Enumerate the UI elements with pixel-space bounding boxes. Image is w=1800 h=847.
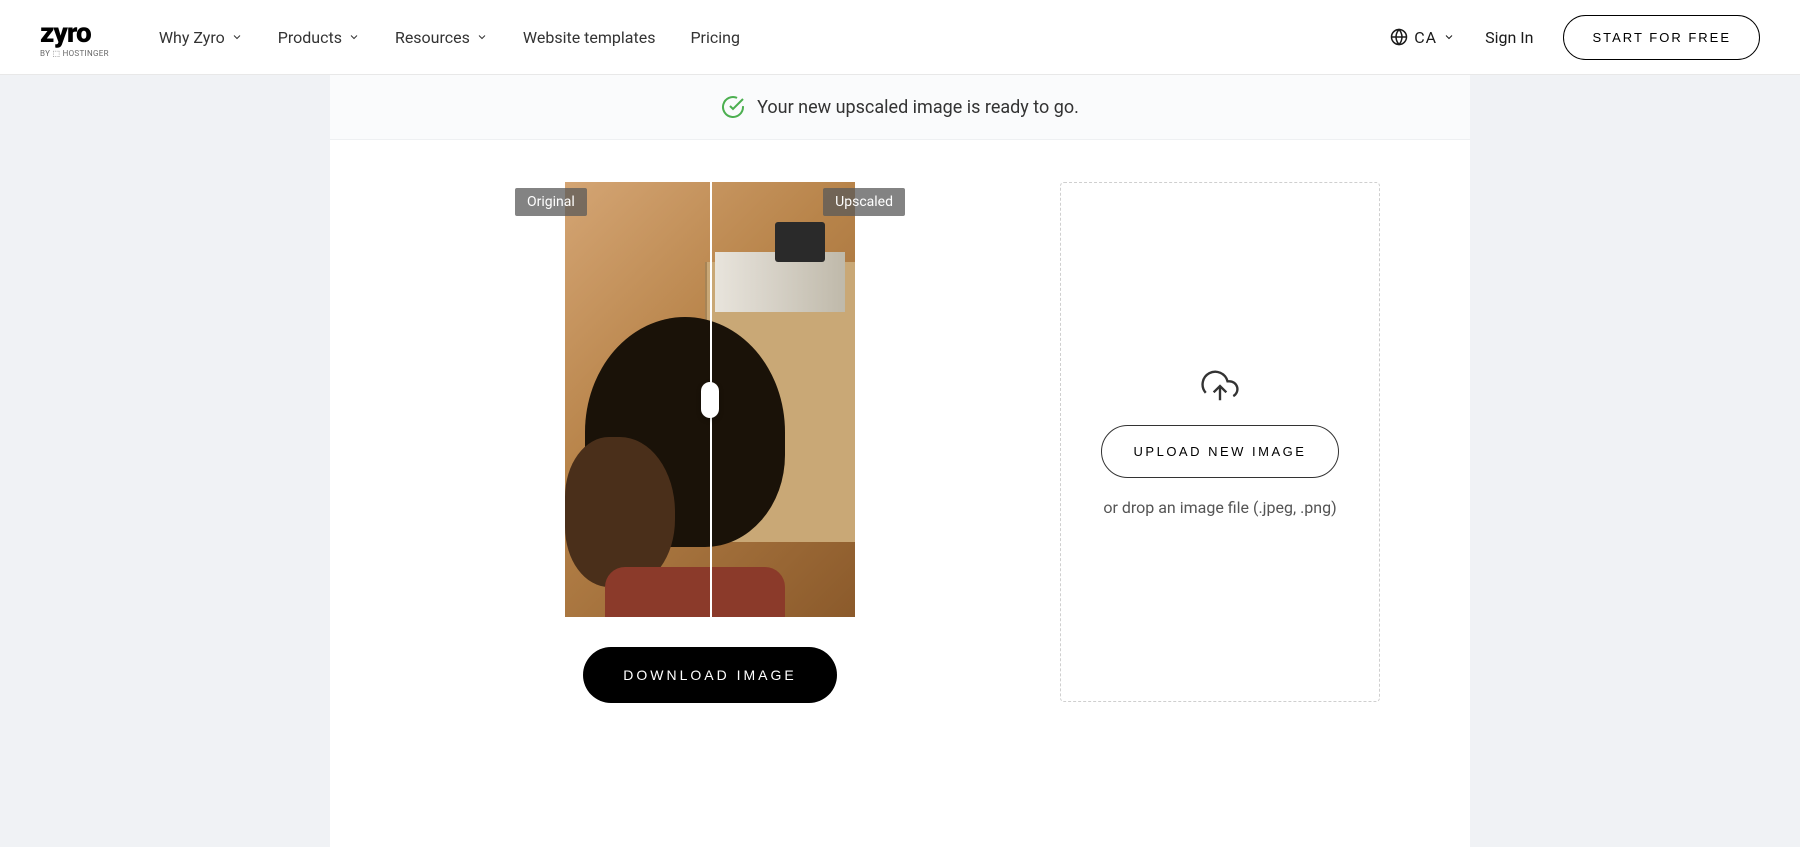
nav-label: Resources [395,28,470,47]
signin-link[interactable]: Sign In [1485,28,1533,47]
download-image-button[interactable]: DOWNLOAD IMAGE [583,647,836,703]
upload-dropzone[interactable]: UPLOAD NEW IMAGE or drop an image file (… [1060,182,1380,702]
upload-column: UPLOAD NEW IMAGE or drop an image file (… [1060,182,1380,703]
main-header: zyro BY ⬚ HOSTINGER Why Zyro Products Re… [0,0,1800,75]
chevron-down-icon [348,31,360,43]
locale-selector[interactable]: CA [1390,28,1455,47]
drop-hint-text: or drop an image file (.jpeg, .png) [1103,498,1336,517]
comparison-wrapper: Original Upscaled [515,182,905,617]
check-circle-icon [721,95,745,119]
upscaled-label: Upscaled [823,188,905,216]
image-preview-column: Original Upscaled [420,182,1000,703]
start-free-button[interactable]: START FOR FREE [1563,15,1760,60]
locale-label: CA [1414,28,1437,47]
nav-label: Website templates [523,28,656,47]
main-content: Your new upscaled image is ready to go. … [330,75,1470,847]
comparison-image [565,182,855,617]
logo-subtext: BY ⬚ HOSTINGER [40,49,109,58]
chevron-down-icon [231,31,243,43]
content-area: Original Upscaled [330,140,1470,743]
upload-new-image-button[interactable]: UPLOAD NEW IMAGE [1101,425,1340,478]
nav-resources[interactable]: Resources [395,28,488,47]
nav-label: Products [278,28,342,47]
chevron-down-icon [476,31,488,43]
main-nav: Why Zyro Products Resources Website temp… [159,28,1390,47]
status-bar: Your new upscaled image is ready to go. [330,75,1470,140]
nav-products[interactable]: Products [278,28,360,47]
nav-pricing[interactable]: Pricing [690,28,740,47]
chevron-down-icon [1443,31,1455,43]
logo-text: zyro [40,16,109,49]
nav-label: Pricing [690,28,740,47]
status-message: Your new upscaled image is ready to go. [757,97,1079,118]
comparison-slider-handle[interactable] [701,382,719,418]
nav-label: Why Zyro [159,28,225,47]
logo[interactable]: zyro BY ⬚ HOSTINGER [40,16,109,58]
cloud-upload-icon [1199,367,1241,405]
header-right: CA Sign In START FOR FREE [1390,15,1760,60]
original-label: Original [515,188,587,216]
nav-why-zyro[interactable]: Why Zyro [159,28,243,47]
globe-icon [1390,28,1408,46]
nav-templates[interactable]: Website templates [523,28,656,47]
